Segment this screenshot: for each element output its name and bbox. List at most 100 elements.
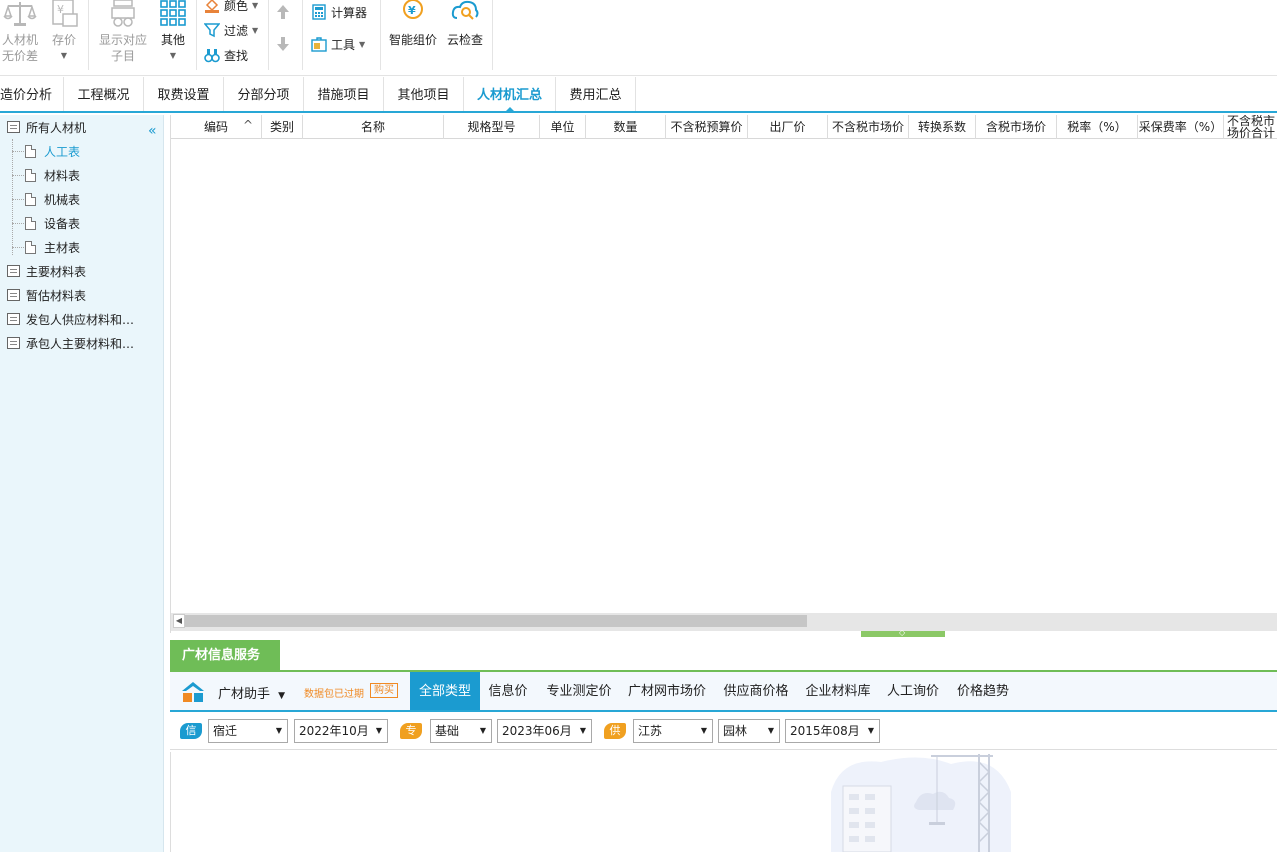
supplier-month-select[interactable]: 2015年08月 ▼ [785, 719, 880, 743]
column-header-code[interactable]: 编码 ^ [171, 115, 262, 139]
tree-node-label: 设备表 [44, 216, 81, 231]
column-header-quantity[interactable]: 数量 [586, 115, 666, 139]
info-service-tab[interactable]: 广材信息服务 [170, 640, 280, 670]
tab-measures[interactable]: 措施项目 [304, 77, 384, 111]
column-header-spec[interactable]: 规格型号 [444, 115, 540, 139]
info-month-select[interactable]: 2022年10月 ▼ [294, 719, 388, 743]
filter-label: 过滤 [224, 23, 249, 38]
show-sub-item-button[interactable]: 显示对应 子目 [96, 0, 150, 64]
buy-button[interactable]: 购买 [370, 683, 398, 698]
cloud-check-button[interactable]: 云检查 [444, 0, 486, 48]
column-header-pretax-market-total[interactable]: 不含税市场价合计 [1224, 115, 1277, 139]
professional-month-select[interactable]: 2023年06月 ▼ [497, 719, 592, 743]
document-icon [25, 168, 36, 182]
column-header-pretax-budget-price[interactable]: 不含税预算价 [666, 115, 748, 139]
tools-label: 工具 [331, 37, 356, 52]
tree-node-employer-supplied[interactable]: 发包人供应材料和… [7, 309, 134, 329]
tab-sub-items[interactable]: 分部分项 [224, 77, 304, 111]
rc-no-price-diff-label-2: 无价差 [1, 49, 38, 63]
show-sub-item-label-1: 显示对应 [98, 33, 147, 47]
collapse-panel-icon[interactable]: « [148, 123, 157, 139]
price-tab-trend[interactable]: 价格趋势 [952, 672, 1014, 710]
price-tab-enterprise-library[interactable]: 企业材料库 [800, 672, 876, 710]
move-down-icon[interactable] [275, 36, 291, 52]
column-header-taxed-market-price[interactable]: 含税市场价 [976, 115, 1057, 139]
horizontal-scrollbar[interactable]: ◀ [171, 613, 1277, 631]
tree-node-machinery[interactable]: 机械表 [25, 189, 80, 209]
tools-dropdown-icon[interactable]: ▼ [359, 40, 365, 49]
tree-node-contractor-main[interactable]: 承包人主要材料和… [7, 333, 134, 353]
tab-project-overview[interactable]: 工程概况 [64, 77, 144, 111]
column-header-conversion-factor[interactable]: 转换系数 [909, 115, 976, 139]
price-filter-bar: 信 宿迁 ▼ 2022年10月 ▼ 专 基础 ▼ 2023年06月 ▼ 供 江苏 ▼ 园林… [170, 712, 1277, 750]
column-header-procurement-rate[interactable]: 采保费率（%） [1138, 115, 1224, 139]
filter-funnel-icon [204, 23, 220, 38]
chevron-down-icon: ▼ [767, 726, 774, 735]
column-header-tax-rate[interactable]: 税率（%） [1057, 115, 1138, 139]
scroll-left-icon[interactable]: ◀ [173, 614, 185, 628]
cloud-search-icon [451, 0, 479, 20]
tab-cost-analysis[interactable]: 造价分析 [0, 77, 64, 111]
other-dropdown-icon[interactable]: ▼ [156, 48, 190, 64]
tree-node-estimated-materials[interactable]: 暂估材料表 [7, 285, 86, 305]
column-header-unit[interactable]: 单位 [540, 115, 586, 139]
rc-no-price-diff-label-1: 人材机 [1, 33, 38, 47]
province-value: 江苏 [638, 724, 663, 738]
grid-header: 编码 ^ 类别 名称 规格型号 单位 数量 不含税预算价 出厂价 不含税市场价 … [171, 115, 1277, 139]
save-price-dropdown-icon[interactable]: ▼ [46, 48, 82, 64]
column-header-name[interactable]: 名称 [303, 115, 444, 139]
calculator-button[interactable]: 计算器 [311, 3, 367, 21]
price-tab-all[interactable]: 全部类型 [410, 672, 480, 710]
move-up-icon[interactable] [275, 4, 291, 20]
scrollbar-thumb[interactable] [185, 615, 807, 627]
chevron-down-icon: ▼ [700, 726, 707, 735]
panel-splitter-handle[interactable]: ◇ [861, 628, 945, 637]
tree-node-equipment[interactable]: 设备表 [25, 213, 80, 233]
filter-button[interactable]: 过滤 ▼ [204, 21, 258, 39]
ribbon-separator [380, 0, 381, 70]
tab-fee-settings[interactable]: 取费设置 [144, 77, 224, 111]
resource-tree-panel: « 所有人材机 人工表 材料表 机械表 设备表 主材表 主要材料表 暂估材料表 … [0, 115, 164, 852]
sort-ascending-icon[interactable]: ^ [243, 115, 253, 137]
other-button[interactable]: 其他 ▼ [156, 0, 190, 64]
assistant-label: 广材助手 [218, 687, 271, 702]
column-header-pretax-market-price[interactable]: 不含税市场价 [828, 115, 909, 139]
tab-other-items[interactable]: 其他项目 [384, 77, 464, 111]
tab-rcm-summary[interactable]: 人材机汇总 [464, 77, 556, 112]
filter-dropdown-icon[interactable]: ▼ [252, 26, 258, 35]
table-group-icon [7, 313, 20, 325]
tab-fee-summary[interactable]: 费用汇总 [556, 77, 636, 111]
color-label: 颜色 [224, 0, 249, 13]
supplier-type-select[interactable]: 园林 ▼ [718, 719, 780, 743]
ribbon-separator [492, 0, 493, 70]
assistant-dropdown[interactable]: 广材助手 ▼ [218, 683, 285, 702]
price-tab-info[interactable]: 信息价 [482, 672, 534, 710]
city-select[interactable]: 宿迁 ▼ [208, 719, 288, 743]
color-dropdown-icon[interactable]: ▼ [252, 1, 258, 10]
tools-button[interactable]: 工具 ▼ [311, 35, 365, 53]
tree-guide-line [12, 175, 24, 176]
tree-node-labor[interactable]: 人工表 [25, 141, 80, 161]
find-button[interactable]: 查找 [204, 46, 248, 64]
column-header-category[interactable]: 类别 [262, 115, 303, 139]
smart-price-button[interactable]: ¥ 智能组价 [386, 0, 440, 48]
price-tab-professional[interactable]: 专业测定价 [540, 672, 618, 710]
ribbon-toolbar: 人材机 无价差 ¥ 存价 ▼ 显示对应 子目 其他 ▼ 颜色 ▼ 过滤 ▼ 查找… [0, 0, 1277, 76]
tree-node-main-material[interactable]: 主材表 [25, 237, 80, 257]
tree-node-material[interactable]: 材料表 [25, 165, 80, 185]
color-button[interactable]: 颜色 ▼ [204, 0, 258, 14]
toolbox-icon [311, 37, 327, 52]
price-tab-market[interactable]: 广材网市场价 [622, 672, 712, 710]
column-header-factory-price[interactable]: 出厂价 [748, 115, 828, 139]
professional-type-select[interactable]: 基础 ▼ [430, 719, 492, 743]
price-tab-supplier[interactable]: 供应商价格 [718, 672, 794, 710]
save-price-button[interactable]: ¥ 存价 ▼ [46, 0, 82, 64]
tree-node-all[interactable]: 所有人材机 [7, 117, 86, 137]
province-select[interactable]: 江苏 ▼ [633, 719, 713, 743]
tree-node-key-materials[interactable]: 主要材料表 [7, 261, 86, 281]
supplier-type-value: 园林 [723, 724, 748, 738]
calculator-icon [312, 4, 326, 20]
rc-no-price-diff-button[interactable]: 人材机 无价差 [0, 0, 40, 64]
column-header-label: 编码 [203, 120, 228, 134]
price-tab-labor-inquiry[interactable]: 人工询价 [882, 672, 944, 710]
